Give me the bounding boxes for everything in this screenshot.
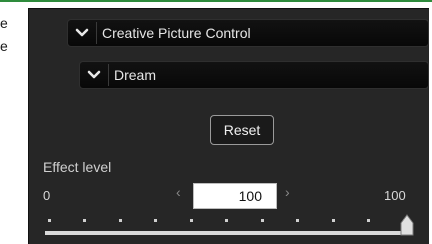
background-text-fragment: e [0,38,8,54]
chevron-down-icon[interactable] [68,20,96,46]
dropdown-separator [96,22,97,44]
slider-tick [119,219,122,222]
picture-control-panel: Creative Picture Control Dream Reset Eff… [28,8,429,244]
slider-tick [332,219,335,222]
chevron-down-icon[interactable] [80,62,108,88]
dropdown-separator [108,64,109,86]
slider-min-label: 0 [43,188,51,203]
chevron-right-icon[interactable]: › [285,184,290,200]
chevron-left-icon[interactable]: ‹ [176,184,181,200]
slider-tick [225,219,228,222]
slider-tick [48,219,51,222]
slider-tick [367,219,370,222]
background-text-fragment: e [0,15,8,31]
slider-tick [261,219,264,222]
dropdown-selected-value: Dream [114,67,157,83]
effect-level-slider-track[interactable] [45,231,407,235]
creative-picture-control-dropdown[interactable]: Creative Picture Control [67,19,429,47]
slider-tick [296,219,299,222]
slider-tick [154,219,157,222]
window-top-accent-line [0,0,432,2]
slider-tick [83,219,86,222]
slider-thumb[interactable] [399,214,415,236]
reset-button[interactable]: Reset [210,115,274,145]
slider-max-label: 100 [384,188,406,203]
effect-level-label: Effect level [43,159,112,175]
dropdown-selected-value: Creative Picture Control [102,25,251,41]
preset-dropdown[interactable]: Dream [79,61,429,89]
effect-level-input[interactable]: 100 [193,183,277,209]
slider-tick [190,219,193,222]
